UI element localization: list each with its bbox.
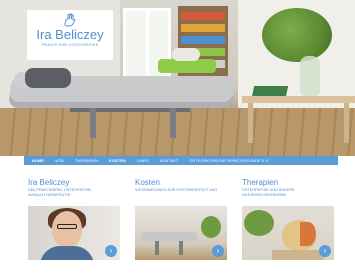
nav-item-therapien[interactable]: THERAPIEN (75, 158, 98, 163)
nav-item-kontakt[interactable]: KONTAKT (160, 158, 179, 163)
hero-image: Ira Beliczey PRAXIS FÜR OSTEOPATHIE (0, 0, 355, 156)
column-title[interactable]: Kosten (135, 178, 227, 187)
column-subtitle: HEILPRAKTIKERIN, OSTEOPATHIN, MANUALTHER… (28, 188, 92, 197)
hand-logo-icon (27, 13, 113, 27)
plant-image (262, 8, 332, 62)
main-navigation: HOME VITA THERAPIEN KOSTEN LINKS KONTAKT… (24, 156, 338, 165)
logo-tagline: PRAXIS FÜR OSTEOPATHIE (41, 43, 99, 47)
nav-item-sprechstunde[interactable]: OSTEOPATHISCHE SPRECHSTUNDE E.V. (189, 158, 269, 163)
skull-model-thumbnail[interactable]: › (242, 206, 334, 260)
arrow-right-icon[interactable]: › (212, 245, 224, 257)
nav-item-vita[interactable]: VITA (55, 158, 64, 163)
column-therapien: Therapien OSTEOPATHIE UND ANDERE NATURHE… (242, 178, 334, 260)
column-title[interactable]: Therapien (242, 178, 334, 187)
arrow-right-icon[interactable]: › (319, 245, 331, 257)
column-ira-beliczey: Ira Beliczey HEILPRAKTIKERIN, OSTEOPATHI… (28, 178, 120, 260)
arrow-right-icon[interactable]: › (105, 245, 117, 257)
portrait-thumbnail[interactable]: › (28, 206, 120, 260)
column-title[interactable]: Ira Beliczey (28, 178, 120, 187)
nav-item-home[interactable]: HOME (32, 158, 44, 163)
page: Ira Beliczey PRAXIS FÜR OSTEOPATHIE HOME… (0, 0, 355, 273)
site-logo[interactable]: Ira Beliczey PRAXIS FÜR OSTEOPATHIE (27, 10, 113, 60)
nav-item-kosten[interactable]: KOSTEN (109, 158, 126, 163)
column-subtitle: INFORMATIONEN ZUR KOSTENERSTATTUNG (135, 188, 218, 192)
column-subtitle: OSTEOPATHIE UND ANDERE NATURHEILVERFAHRE… (242, 188, 295, 197)
logo-name: Ira Beliczey (36, 27, 104, 42)
nav-item-links[interactable]: LINKS (137, 158, 149, 163)
treatment-room-thumbnail[interactable]: › (135, 206, 227, 260)
column-kosten: Kosten INFORMATIONEN ZUR KOSTENERSTATTUN… (135, 178, 227, 260)
